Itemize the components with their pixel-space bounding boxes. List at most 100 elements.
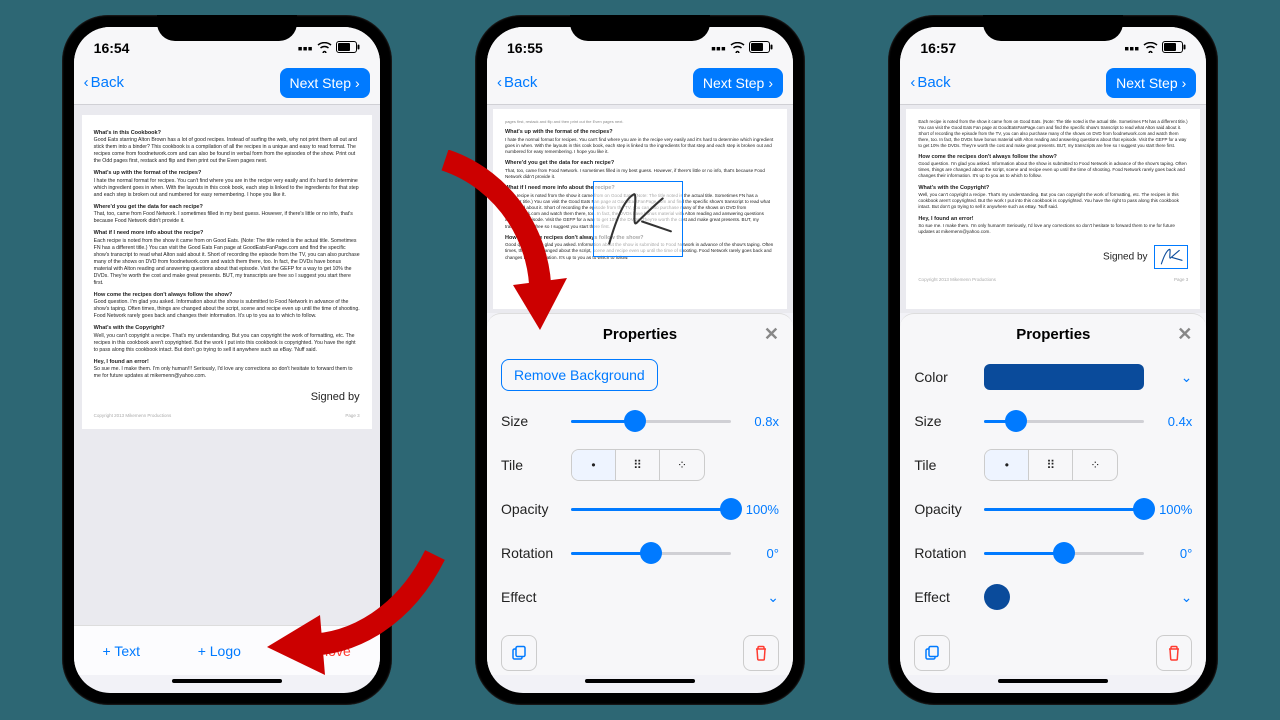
notch (570, 15, 710, 41)
chevron-right-icon: › (355, 75, 360, 91)
delete-button[interactable] (743, 635, 779, 671)
nav-bar: ‹Back Next Step › (900, 61, 1206, 105)
color-swatch[interactable] (984, 364, 1144, 390)
size-value: 0.4x (1154, 414, 1192, 429)
tile-option-single[interactable]: • (985, 450, 1029, 480)
properties-panel: Properties ✕ Remove Background Size 0.8x… (487, 313, 793, 675)
effect-swatch[interactable] (984, 584, 1010, 610)
next-label: Next Step (290, 75, 351, 91)
notch (983, 15, 1123, 41)
size-slider[interactable] (571, 420, 731, 423)
chevron-down-icon[interactable]: ⌄ (1154, 369, 1192, 386)
next-step-button[interactable]: Next Step› (693, 68, 783, 98)
opacity-slider[interactable] (984, 508, 1144, 511)
signal-icon: ▪▪▪ (1124, 40, 1139, 56)
next-step-button[interactable]: Next Step › (1106, 68, 1196, 98)
effect-label: Effect (914, 589, 974, 605)
back-button[interactable]: ‹Back (910, 74, 950, 91)
next-label: Next Step (703, 75, 764, 91)
add-text-button[interactable]: + Text (103, 643, 141, 659)
home-indicator (487, 675, 793, 693)
tile-option-grid[interactable]: ⠿ (1029, 450, 1073, 480)
signed-by-text: Signed by (94, 390, 360, 405)
tile-label: Tile (914, 457, 974, 473)
size-value: 0.8x (741, 414, 779, 429)
clock: 16:55 (507, 40, 543, 56)
signed-by-text: Signed by (1103, 252, 1147, 263)
opacity-row: Opacity 100% (501, 487, 779, 531)
size-label: Size (501, 413, 561, 429)
battery-icon (336, 40, 360, 56)
wifi-icon (317, 40, 332, 56)
phone-3: 16:57 ▪▪▪ ‹Back Next Step› Each recipe i… (888, 15, 1218, 705)
document-viewer[interactable]: What's in this Cookbook?Good Eats starri… (74, 105, 380, 625)
back-label: Back (917, 74, 950, 91)
tile-option-diagonal[interactable]: ⁘ (660, 450, 704, 480)
document-page: What's in this Cookbook?Good Eats starri… (82, 115, 372, 429)
opacity-row: Opacity 100% (914, 487, 1192, 531)
nav-bar: ‹ Back Next Step › (74, 61, 380, 105)
document-page: pages first, restack and flip and then p… (493, 109, 787, 309)
home-indicator (900, 675, 1206, 693)
remove-button[interactable]: Remove (299, 643, 351, 659)
chevron-down-icon[interactable]: ⌄ (767, 589, 779, 606)
chevron-left-icon: ‹ (497, 74, 502, 91)
next-label: Next Step (1116, 75, 1177, 91)
rotation-slider[interactable] (984, 552, 1144, 555)
remove-background-button[interactable]: Remove Background (501, 359, 658, 391)
rotation-slider[interactable] (571, 552, 731, 555)
home-indicator (74, 675, 380, 693)
document-viewer[interactable]: pages first, restack and flip and then p… (487, 105, 793, 313)
size-slider[interactable] (984, 420, 1144, 423)
tile-option-grid[interactable]: ⠿ (616, 450, 660, 480)
effect-row: Effect ⌄ (501, 575, 779, 619)
opacity-value: 100% (741, 502, 779, 517)
duplicate-button[interactable] (914, 635, 950, 671)
toolbar: + Text + Logo Remove (74, 625, 380, 675)
tile-option-single[interactable]: • (572, 450, 616, 480)
chevron-down-icon[interactable]: ⌄ (1181, 589, 1193, 606)
color-label: Color (914, 369, 974, 385)
rotation-row: Rotation 0° (914, 531, 1192, 575)
back-button[interactable]: ‹ Back (84, 74, 124, 91)
opacity-slider[interactable] (571, 508, 731, 511)
status-icons: ▪▪▪ (711, 40, 773, 56)
signature-overlay[interactable] (1154, 245, 1188, 269)
duplicate-button[interactable] (501, 635, 537, 671)
back-button[interactable]: ‹Back (497, 74, 537, 91)
tile-row: Tile • ⠿ ⁘ (501, 443, 779, 487)
signature-overlay[interactable] (593, 181, 683, 257)
tile-option-diagonal[interactable]: ⁘ (1073, 450, 1117, 480)
chevron-right-icon: › (1182, 75, 1187, 91)
color-row: Color ⌄ (914, 355, 1192, 399)
chevron-left-icon: ‹ (910, 74, 915, 91)
chevron-right-icon: › (768, 75, 773, 91)
back-label: Back (91, 74, 124, 91)
panel-title: Properties (603, 326, 677, 343)
size-row: Size 0.4x (914, 399, 1192, 443)
notch (157, 15, 297, 41)
tile-segmented[interactable]: • ⠿ ⁘ (984, 449, 1118, 481)
properties-panel: Properties ✕ Color ⌄ Size 0.4x Tile • (900, 313, 1206, 675)
next-step-button[interactable]: Next Step › (280, 68, 370, 98)
add-logo-button[interactable]: + Logo (198, 643, 241, 659)
document-viewer[interactable]: Each recipe is noted from the show it ca… (900, 105, 1206, 313)
tile-segmented[interactable]: • ⠿ ⁘ (571, 449, 705, 481)
document-page: Each recipe is noted from the show it ca… (906, 109, 1200, 309)
nav-bar: ‹Back Next Step› (487, 61, 793, 105)
close-icon[interactable]: ✕ (764, 324, 779, 345)
close-icon[interactable]: ✕ (1177, 324, 1192, 345)
signal-icon: ▪▪▪ (711, 40, 726, 56)
effect-row: Effect ⌄ (914, 575, 1192, 619)
clock: 16:54 (94, 40, 130, 56)
panel-title: Properties (1016, 326, 1090, 343)
chevron-left-icon: ‹ (84, 74, 89, 91)
opacity-label: Opacity (501, 501, 561, 517)
tile-label: Tile (501, 457, 561, 473)
delete-button[interactable] (1156, 635, 1192, 671)
effect-label: Effect (501, 589, 561, 605)
battery-icon (1162, 40, 1186, 56)
rotation-label: Rotation (914, 545, 974, 561)
wifi-icon (730, 40, 745, 56)
rotation-row: Rotation 0° (501, 531, 779, 575)
